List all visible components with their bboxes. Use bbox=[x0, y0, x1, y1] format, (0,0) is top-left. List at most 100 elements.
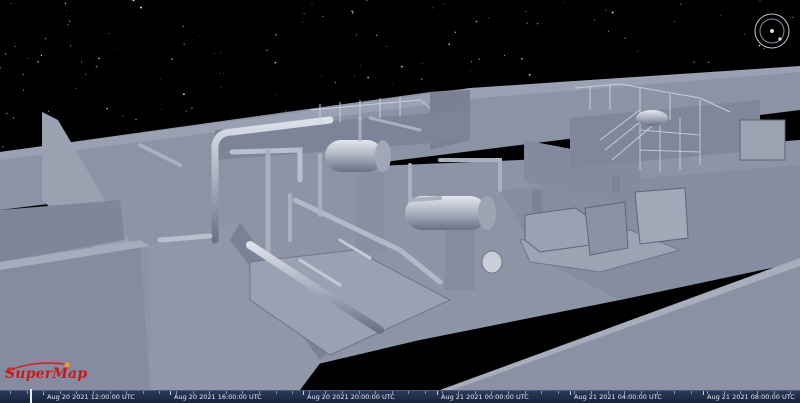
star bbox=[367, 76, 370, 79]
timeline-scrubber[interactable] bbox=[30, 389, 32, 403]
star bbox=[443, 3, 445, 5]
timeline-minor-tick bbox=[773, 391, 775, 394]
skid-right bbox=[634, 187, 689, 245]
star bbox=[311, 4, 313, 6]
timeline-minor-tick bbox=[557, 391, 559, 394]
star bbox=[69, 20, 71, 22]
skid-mid bbox=[584, 201, 629, 256]
star bbox=[275, 94, 277, 95]
star bbox=[385, 45, 387, 47]
star bbox=[607, 30, 609, 32]
star bbox=[10, 3, 12, 4]
timeline-minor-tick bbox=[707, 391, 709, 394]
timeline-minor-tick bbox=[308, 391, 310, 394]
star bbox=[792, 16, 794, 18]
star bbox=[22, 73, 24, 76]
star bbox=[536, 23, 539, 25]
star bbox=[6, 112, 8, 115]
star bbox=[40, 54, 43, 57]
star bbox=[334, 81, 337, 84]
timeline-minor-tick bbox=[740, 391, 742, 394]
star bbox=[355, 34, 358, 36]
motor-2 bbox=[612, 175, 620, 193]
star bbox=[680, 3, 682, 5]
star bbox=[223, 72, 225, 74]
timeline-minor-tick bbox=[657, 391, 659, 394]
timeline-minor-tick bbox=[391, 391, 393, 394]
star bbox=[400, 65, 403, 68]
star bbox=[132, 0, 135, 2]
star bbox=[525, 10, 527, 13]
vessel-upper bbox=[325, 140, 391, 172]
star bbox=[266, 49, 268, 51]
skid-left bbox=[524, 207, 591, 253]
star bbox=[624, 37, 626, 40]
star bbox=[140, 6, 142, 9]
star bbox=[605, 9, 607, 11]
star bbox=[274, 61, 277, 64]
star bbox=[214, 53, 215, 55]
timeline-minor-tick bbox=[524, 391, 526, 394]
star bbox=[183, 124, 185, 126]
star bbox=[75, 87, 77, 89]
timeline-minor-tick bbox=[425, 391, 426, 394]
star bbox=[98, 57, 100, 60]
star bbox=[285, 110, 287, 112]
vessel-support-2 bbox=[445, 230, 475, 290]
star bbox=[4, 53, 7, 55]
timeline-minor-tick bbox=[292, 391, 294, 394]
timeline-minor-tick bbox=[508, 391, 509, 394]
star bbox=[130, 0, 133, 1]
star bbox=[37, 61, 39, 63]
star bbox=[27, 57, 29, 59]
star bbox=[14, 45, 17, 48]
star bbox=[528, 73, 531, 76]
star bbox=[67, 23, 69, 26]
star bbox=[322, 15, 324, 18]
star bbox=[673, 21, 676, 23]
star bbox=[302, 21, 304, 23]
star bbox=[354, 75, 355, 77]
star bbox=[611, 11, 614, 14]
star bbox=[73, 73, 75, 75]
map-viewer[interactable]: SuperMap Aug 20 2021 12:00:00 UTC Aug 20… bbox=[0, 0, 800, 403]
star bbox=[108, 32, 110, 35]
star bbox=[503, 55, 505, 57]
star bbox=[70, 45, 72, 47]
timeline-minor-tick bbox=[43, 391, 45, 394]
timeline-minor-tick bbox=[491, 391, 493, 394]
star bbox=[122, 115, 124, 117]
star bbox=[672, 13, 674, 15]
3d-scene-canvas[interactable] bbox=[0, 0, 800, 403]
star bbox=[10, 36, 12, 38]
timeline-minor-tick bbox=[375, 391, 377, 394]
star bbox=[448, 43, 451, 46]
star bbox=[2, 146, 4, 148]
star bbox=[641, 61, 643, 63]
star bbox=[523, 0, 524, 2]
star bbox=[85, 73, 87, 76]
timeline-bar[interactable]: Aug 20 2021 12:00:00 UTC Aug 20 2021 16:… bbox=[0, 390, 800, 403]
cabinet bbox=[739, 119, 786, 161]
timeline-minor-tick bbox=[126, 391, 128, 394]
star bbox=[422, 62, 423, 64]
star bbox=[351, 10, 354, 13]
star bbox=[488, 17, 490, 19]
star bbox=[759, 0, 761, 1]
star bbox=[117, 49, 119, 50]
compass-button[interactable] bbox=[752, 11, 792, 51]
compass-icon bbox=[754, 13, 790, 49]
star bbox=[392, 13, 394, 15]
timeline-minor-tick bbox=[640, 391, 642, 394]
star bbox=[191, 107, 193, 110]
star bbox=[303, 12, 305, 15]
timeline-minor-tick bbox=[790, 391, 792, 394]
star bbox=[81, 61, 83, 63]
timeline-minor-tick bbox=[541, 391, 543, 394]
timeline-minor-tick bbox=[242, 391, 244, 394]
timeline-tick-label: Aug 20 2021 20:00:00 UTC bbox=[307, 393, 395, 401]
star bbox=[0, 66, 1, 69]
star bbox=[219, 72, 222, 74]
timeline-minor-tick bbox=[458, 391, 460, 394]
timeline-minor-tick bbox=[342, 391, 343, 394]
